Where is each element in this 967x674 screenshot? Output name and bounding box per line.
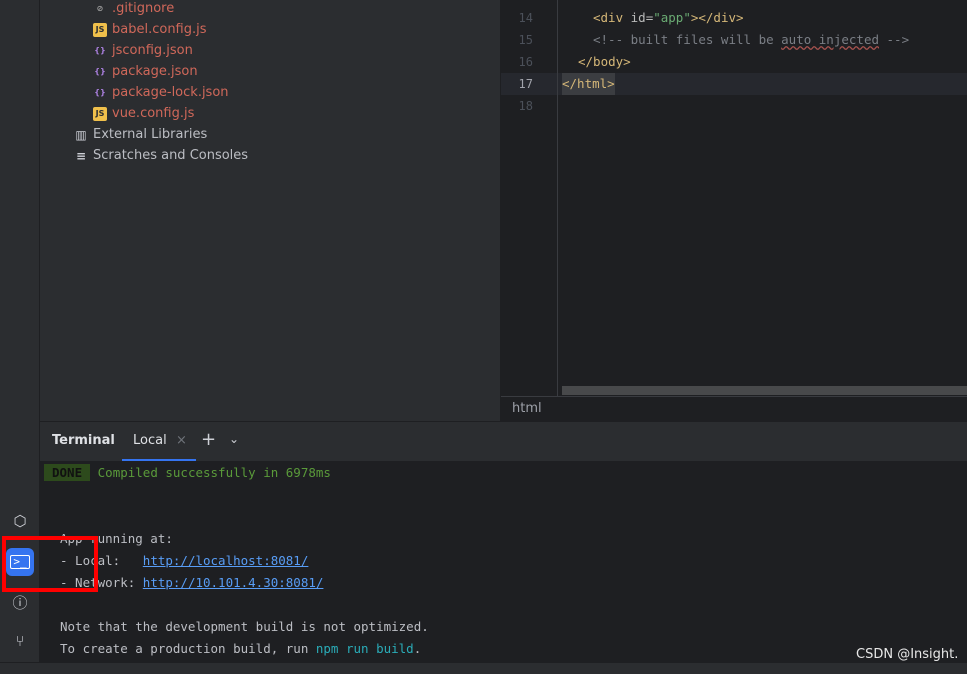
tree-item-scratches[interactable]: ≡ Scratches and Consoles bbox=[74, 145, 248, 166]
json-file-icon: {} bbox=[94, 88, 106, 97]
project-panel: ⊘ .gitignore JS babel.config.js {} jsconfig… bbox=[40, 0, 501, 421]
code-editor[interactable]: 14 15 16 17 18 <div id="app"></div> <!--… bbox=[501, 0, 967, 396]
tree-item-jsconfig[interactable]: {} jsconfig.json bbox=[93, 40, 193, 61]
done-badge: DONE bbox=[44, 464, 91, 481]
tree-item-external-libraries[interactable]: ▥ External Libraries bbox=[74, 124, 207, 145]
line-number: 15 bbox=[518, 33, 533, 47]
code-line: </html> bbox=[562, 73, 615, 95]
tree-item-babel-config[interactable]: JS babel.config.js bbox=[93, 19, 207, 40]
terminal-title: Terminal bbox=[52, 433, 115, 448]
git-icon[interactable]: ⑂ bbox=[6, 627, 34, 655]
line-number: 14 bbox=[518, 11, 533, 25]
status-bar bbox=[0, 662, 967, 674]
watermark: CSDN @Insight. bbox=[856, 647, 959, 662]
library-icon: ▥ bbox=[75, 127, 87, 142]
close-icon[interactable]: × bbox=[176, 433, 187, 448]
network-url-line: - Network: http://10.101.4.30:8081/ bbox=[60, 575, 324, 590]
line-number: 17 bbox=[518, 77, 533, 91]
local-url-link[interactable]: http://localhost:8081/ bbox=[143, 553, 309, 568]
run-services-icon[interactable]: ⬡ bbox=[6, 507, 34, 535]
line-number: 18 bbox=[518, 99, 533, 113]
chevron-down-icon[interactable]: ⌄ bbox=[229, 432, 239, 446]
problems-icon[interactable]: ⓘ bbox=[6, 588, 34, 616]
terminal-output[interactable]: DONE Compiled successfully in 6978ms App… bbox=[40, 461, 967, 662]
build-hint-line: To create a production build, run npm ru… bbox=[60, 641, 422, 656]
network-url-link[interactable]: http://10.101.4.30:8081/ bbox=[143, 575, 324, 590]
code-line: <div id="app"></div> bbox=[593, 10, 744, 25]
line-gutter: 14 15 16 17 18 bbox=[501, 0, 558, 396]
code-line: <!-- built files will be auto injected -… bbox=[593, 32, 910, 47]
terminal-header: Terminal Local × + ⌄ bbox=[40, 421, 967, 462]
tree-item-vue-config[interactable]: JS vue.config.js bbox=[93, 103, 194, 124]
line-number: 16 bbox=[518, 55, 533, 69]
json-file-icon: {} bbox=[94, 67, 106, 76]
tree-item-package-lock[interactable]: {} package-lock.json bbox=[93, 82, 228, 103]
compiled-message: Compiled successfully in 6978ms bbox=[97, 465, 331, 480]
tab-local[interactable]: Local × bbox=[122, 422, 196, 462]
red-annotation-box bbox=[2, 536, 98, 592]
horizontal-scrollbar[interactable] bbox=[562, 386, 967, 395]
note-line: Note that the development build is not o… bbox=[60, 619, 429, 634]
js-file-icon: JS bbox=[93, 106, 107, 121]
editor-breadcrumb[interactable]: html bbox=[501, 396, 967, 421]
tab-label: Local bbox=[133, 433, 167, 448]
code-line: </body> bbox=[578, 54, 631, 69]
scratches-icon: ≡ bbox=[75, 148, 87, 163]
tree-item-package-json[interactable]: {} package.json bbox=[93, 61, 197, 82]
json-file-icon: {} bbox=[94, 46, 106, 55]
tree-item-gitignore[interactable]: ⊘ .gitignore bbox=[93, 0, 175, 19]
new-tab-plus-icon[interactable]: + bbox=[201, 429, 216, 450]
ignore-icon: ⊘ bbox=[96, 4, 104, 13]
js-file-icon: JS bbox=[93, 22, 107, 37]
